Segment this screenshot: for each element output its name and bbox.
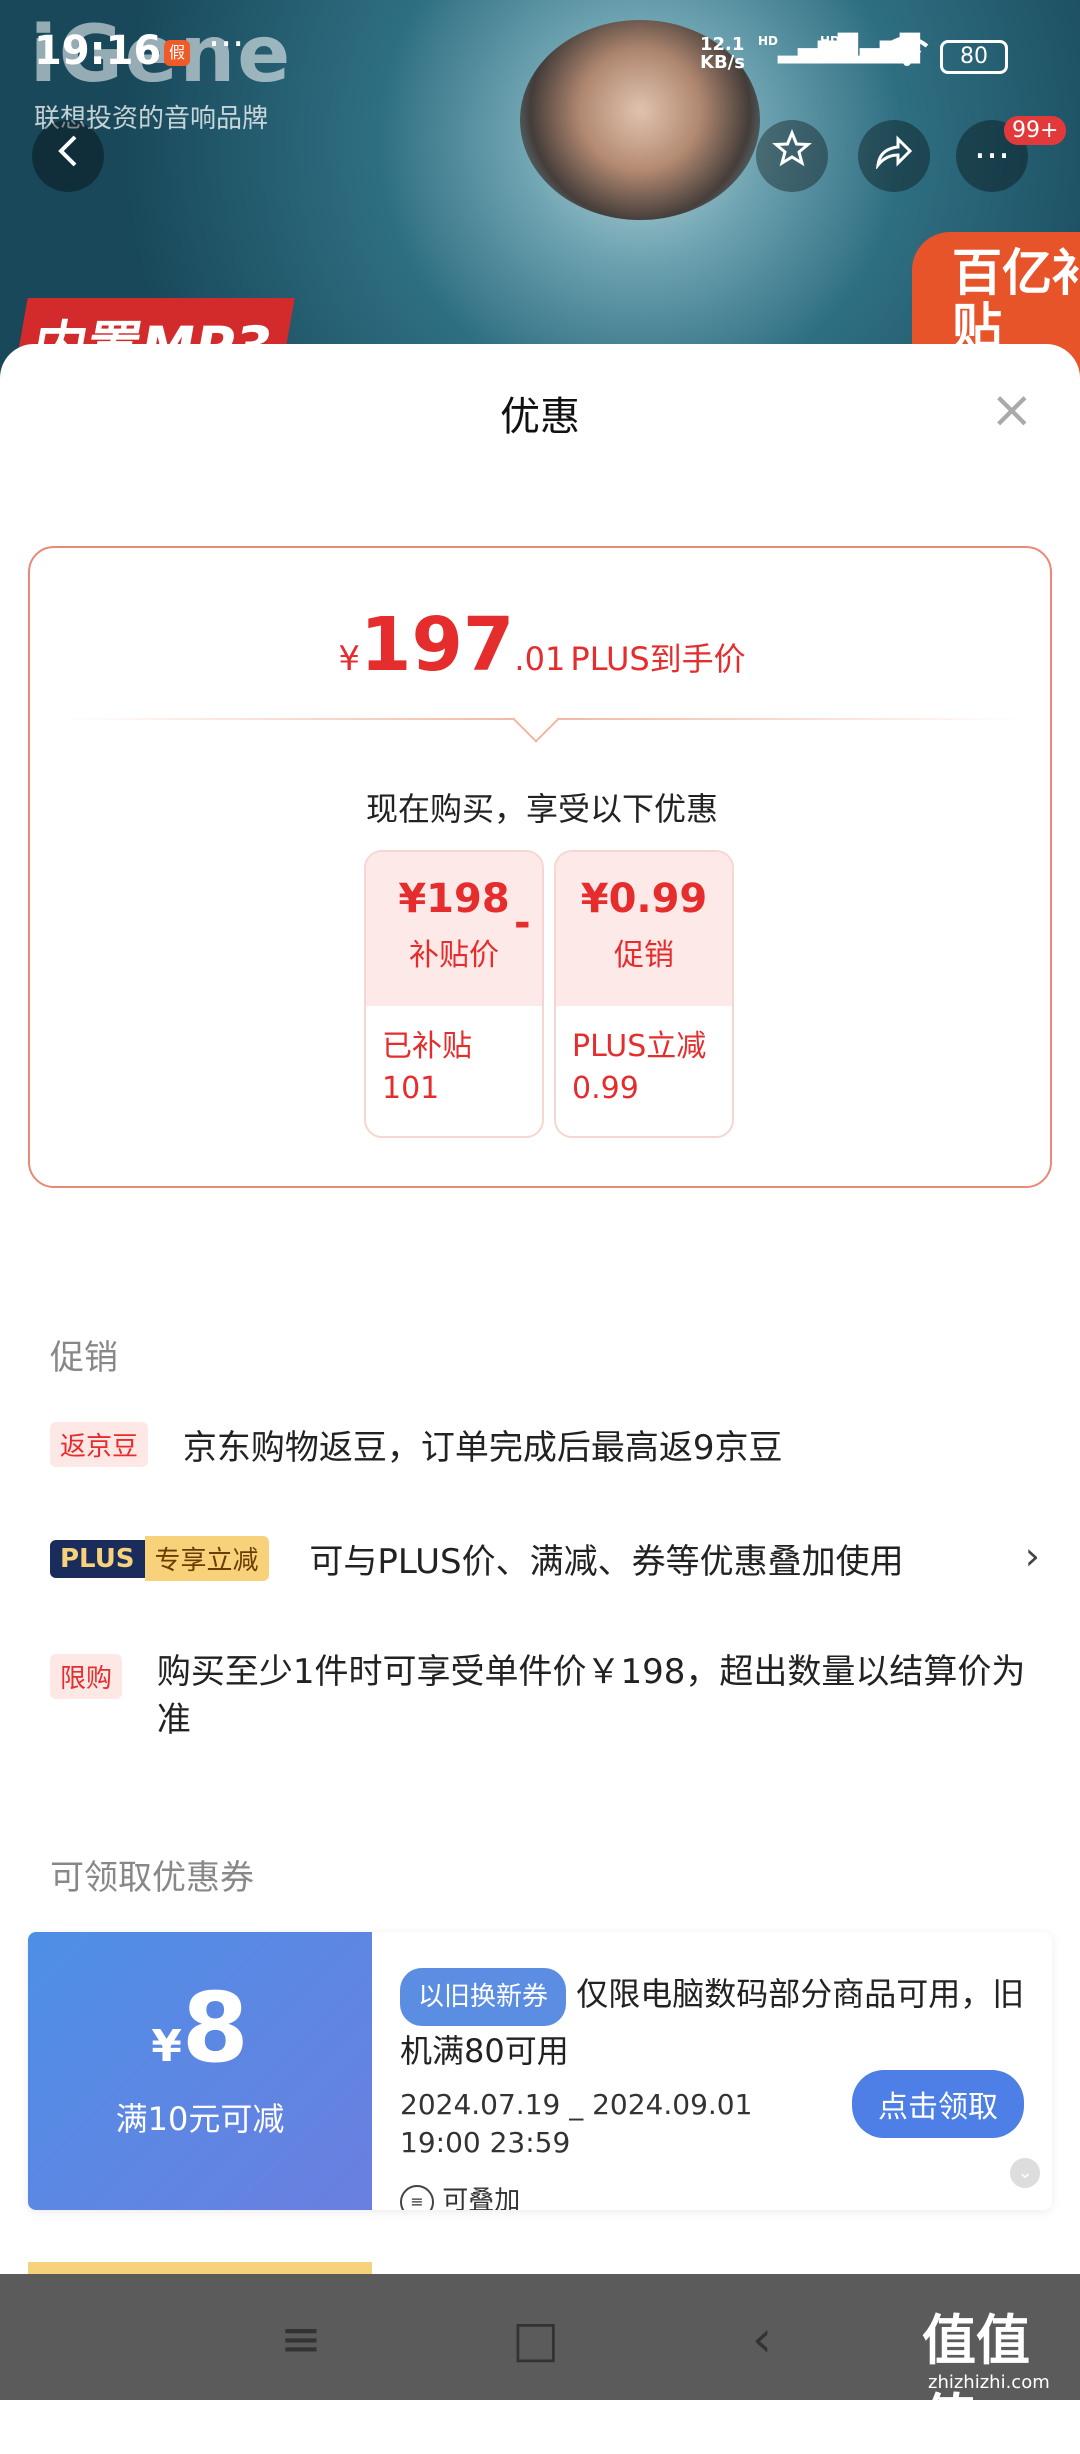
plus-exclusive-tag: 专享立减 [144, 1536, 269, 1581]
notification-icon: 假 [164, 40, 190, 66]
promo-text: 京东购物返豆，订单完成后最高返9京豆 [182, 1428, 783, 1468]
subsidy-price-box: ¥198 补贴价 已补贴 101 [364, 850, 544, 1138]
chevron-left-icon [58, 135, 77, 167]
message-count-badge: 99+ [1004, 116, 1067, 145]
minus-sign: - [514, 900, 531, 946]
coupon-condition: 满10元可减 [115, 2100, 285, 2138]
close-icon[interactable]: × [990, 380, 1034, 440]
coupon-amount-panel: ¥8 满10元可减 [28, 1932, 372, 2210]
wifi-icon [884, 34, 930, 76]
system-nav-bar: ≡ □ ‹ [0, 2274, 1080, 2400]
back-nav-icon[interactable]: ‹ [752, 2310, 772, 2368]
promo-tag: 限购 [50, 1654, 123, 1699]
final-price-card: ¥197.01 PLUS到手价 现在购买，享受以下优惠 ¥198 补贴价 已补贴… [28, 546, 1052, 1188]
status-time: 19:16 [34, 28, 162, 74]
ellipsis-icon: ··· [973, 134, 1011, 178]
divider-notch [513, 697, 559, 743]
promo-text: 购买至少1件时可享受单件价￥198，超出数量以结算价为准 [156, 1652, 1026, 1740]
promotions-section-label: 促销 [50, 1338, 118, 1378]
battery-icon: 80 [940, 40, 1008, 74]
promo-tag: 返京豆 [50, 1422, 149, 1467]
coupon-card: ¥8 满10元可减 以旧换新券 仅限电脑数码部分商品可用，旧机满80可用 202… [28, 1932, 1052, 2210]
price-card-subtitle: 现在购买，享受以下优惠 [365, 790, 718, 828]
share-icon [875, 135, 913, 171]
home-icon[interactable]: □ [512, 2310, 559, 2368]
coupon-type-tag: 以旧换新券 [400, 1968, 567, 2026]
coupons-section-label: 可领取优惠券 [50, 1858, 254, 1898]
favorite-button[interactable] [756, 120, 828, 192]
plus-tag: PLUS [50, 1539, 145, 1578]
promo-row-jingdou: 返京豆 京东购物返豆，订单完成后最高返9京豆 [50, 1420, 1040, 1469]
chevron-down-icon[interactable]: ⌄ [1010, 2158, 1040, 2188]
stackable-indicator: ≡ 可叠加 [400, 2180, 1030, 2210]
sheet-title: 优惠 [500, 394, 580, 440]
more-notifications-icon: ··· [208, 22, 245, 66]
promo-text: 可与PLUS价、满减、券等优惠叠加使用 [309, 1542, 904, 1582]
menu-icon[interactable]: ≡ [280, 2310, 322, 2368]
claim-coupon-button[interactable]: 点击领取 [852, 2070, 1024, 2138]
chevron-right-icon: › [1024, 1534, 1040, 1578]
site-watermark-url: zhizhizhi.com [928, 2372, 1050, 2393]
stack-icon: ≡ [400, 2184, 434, 2210]
final-price: ¥197.01 PLUS到手价 [338, 602, 746, 688]
net-speed: 12.1 KB/s [700, 34, 745, 73]
next-coupon-peek [28, 2262, 372, 2274]
back-button[interactable] [32, 120, 104, 192]
promotion-box: ¥0.99 促销 PLUS立减 0.99 [554, 850, 734, 1138]
promo-row-limit: 限购 购买至少1件时可享受单件价￥198，超出数量以结算价为准 [50, 1648, 1040, 1744]
promo-row-plus[interactable]: PLUS 专享立减 可与PLUS价、满减、券等优惠叠加使用 › [50, 1534, 1040, 1583]
price-label: PLUS到手价 [570, 640, 746, 678]
star-icon [772, 129, 812, 167]
share-button[interactable] [858, 120, 930, 192]
coupon-amount: ¥8 [151, 1972, 249, 2084]
status-bar: 19:16 假 ··· 12.1 KB/s HD▂▄▆█ HD▂▄▆█ 80 [0, 0, 1080, 100]
